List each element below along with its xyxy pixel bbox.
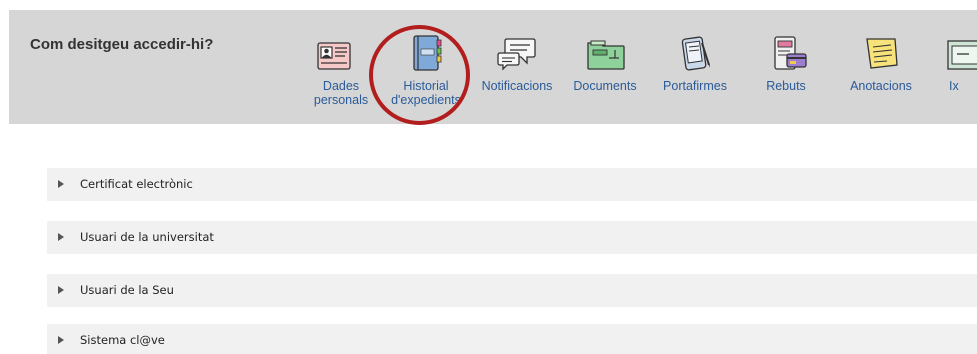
- nav-label: Rebuts: [766, 79, 806, 93]
- accordion-certificat-electronic[interactable]: Certificat electrònic: [47, 168, 977, 201]
- nav-label: Documents: [573, 79, 637, 93]
- access-header: Com desitgeu accedir-hi? Dades personals…: [9, 10, 977, 125]
- folder-icon: [587, 40, 625, 70]
- accordion-label: Sistema cl@ve: [80, 333, 165, 347]
- nav-item-rebuts[interactable]: Rebuts: [754, 10, 818, 124]
- id-card-icon: [317, 42, 351, 70]
- nav-label-line2: personals: [313, 93, 369, 107]
- nav-label: Portafirmes: [663, 79, 727, 93]
- speech-bubbles-icon: [497, 38, 536, 71]
- nav-label-line1: Historial: [403, 79, 449, 93]
- caret-right-icon: [58, 233, 64, 241]
- notebook-icon: [413, 35, 442, 71]
- nav-item-anotacions[interactable]: Anotacions: [839, 10, 923, 124]
- sticky-note-icon: [866, 38, 898, 69]
- accordion-usuari-seu[interactable]: Usuari de la Seu: [47, 274, 977, 307]
- accordion-label: Usuari de la universitat: [80, 230, 214, 244]
- nav-item-notificacions[interactable]: Notificacions: [469, 10, 565, 124]
- caret-right-icon: [58, 286, 64, 294]
- nav-label: Ix: [949, 79, 959, 93]
- nav-label: Anotacions: [850, 79, 912, 93]
- accordion-sistema-clave[interactable]: Sistema cl@ve: [47, 324, 977, 354]
- nav-item-ix[interactable]: Ix: [939, 10, 977, 124]
- caret-right-icon: [58, 180, 64, 188]
- nav-label: Notificacions: [481, 79, 553, 93]
- nav-item-dades-personals[interactable]: Dades personals: [309, 10, 373, 124]
- nav-item-historial[interactable]: Historial d'expedients: [384, 10, 468, 124]
- accordion-usuari-universitat[interactable]: Usuari de la universitat: [47, 221, 977, 254]
- accordion-label: Certificat electrònic: [80, 177, 193, 191]
- caret-right-icon: [58, 336, 64, 344]
- accordion-label: Usuari de la Seu: [80, 283, 174, 297]
- window-icon: [947, 40, 977, 70]
- receipt-card-icon: [774, 36, 807, 70]
- signature-tablet-icon: [681, 36, 710, 71]
- header-title: Com desitgeu accedir-hi?: [30, 36, 214, 53]
- nav-item-portafirmes[interactable]: Portafirmes: [650, 10, 740, 124]
- nav-label-line2: d'expedients: [391, 93, 461, 107]
- nav-label-line1: Dades: [322, 79, 360, 93]
- nav-item-documents[interactable]: Documents: [566, 10, 644, 124]
